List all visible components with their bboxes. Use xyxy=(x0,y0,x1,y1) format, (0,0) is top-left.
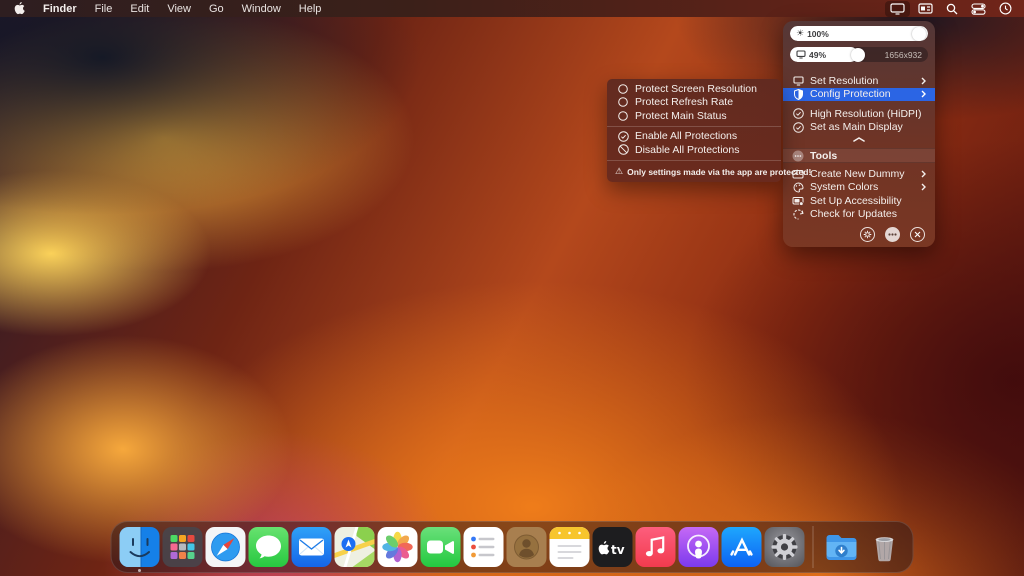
submenu-item-protect-refresh-rate[interactable]: Protect Refresh Rate xyxy=(607,96,781,110)
dock-app-contacts[interactable] xyxy=(507,527,547,567)
menu-go[interactable]: Go xyxy=(209,3,224,15)
warning-triangle-icon: ⚠ xyxy=(615,167,623,176)
brightness-value: 100% xyxy=(807,29,829,39)
submenu-item-enable-all-protections[interactable]: Enable All Protections xyxy=(607,130,781,144)
dock-app-podcasts[interactable] xyxy=(679,527,719,567)
menu-edit[interactable]: Edit xyxy=(130,3,149,15)
dock-app-launchpad[interactable] xyxy=(163,527,203,567)
chevron-right-icon xyxy=(921,90,926,98)
running-indicator xyxy=(138,569,141,572)
dock-app-reminders[interactable] xyxy=(464,527,504,567)
dock-app-notes[interactable] xyxy=(550,527,590,567)
quit-button[interactable] xyxy=(910,227,925,242)
dock-app-system-settings[interactable] xyxy=(765,527,805,567)
separator xyxy=(607,126,781,127)
dock-app-photos[interactable] xyxy=(378,527,418,567)
menu-item-high-resolution[interactable]: High Resolution (HiDPI) xyxy=(783,107,935,121)
accessibility-display-icon xyxy=(792,196,804,206)
dock: tv xyxy=(111,521,914,573)
settings-gear-button[interactable] xyxy=(860,227,875,242)
tools-section-header: Tools xyxy=(783,148,935,163)
circle-ellipsis-icon xyxy=(792,150,804,162)
spotlight-search-icon[interactable] xyxy=(946,3,958,15)
dock-app-tv[interactable]: tv xyxy=(593,527,633,567)
chevron-right-icon xyxy=(921,183,926,191)
menu-item-set-main-display[interactable]: Set as Main Display xyxy=(783,121,935,135)
menubar-app-name[interactable]: Finder xyxy=(43,3,77,15)
chevron-right-icon xyxy=(921,77,926,85)
desktop: Finder File Edit View Go Window Help xyxy=(0,0,1024,576)
circle-icon xyxy=(617,97,629,107)
display-icon xyxy=(792,76,804,86)
display-menu-popover: ☀ 100% 49% 1656x932 Set Resolution xyxy=(783,21,935,247)
dock-trash[interactable] xyxy=(865,527,905,567)
svg-text:tv: tv xyxy=(611,543,625,557)
scale-value: 49% xyxy=(809,50,826,60)
menu-item-set-resolution[interactable]: Set Resolution xyxy=(783,74,935,88)
slash-circle-icon xyxy=(617,144,629,155)
brightness-slider[interactable]: ☀ 100% xyxy=(790,26,928,41)
scale-slider[interactable]: 49% 1656x932 xyxy=(790,47,928,62)
submenu-item-protect-main-status[interactable]: Protect Main Status xyxy=(607,109,781,123)
chevron-right-icon xyxy=(921,170,926,178)
submenu-item-protect-screen-resolution[interactable]: Protect Screen Resolution xyxy=(607,82,781,96)
collapse-chevron-icon[interactable] xyxy=(783,134,935,144)
dock-app-safari[interactable] xyxy=(206,527,246,567)
brightness-icon: ☀ xyxy=(796,28,804,39)
resolution-readout: 1656x932 xyxy=(885,47,922,62)
dock-separator xyxy=(813,526,814,568)
refresh-circle-icon xyxy=(792,209,804,220)
shield-icon xyxy=(792,89,804,100)
separator xyxy=(607,160,781,161)
clock-icon[interactable] xyxy=(999,2,1012,15)
apple-menu[interactable] xyxy=(14,2,25,15)
dock-app-finder[interactable] xyxy=(120,527,160,567)
menu-window[interactable]: Window xyxy=(242,3,281,15)
palette-icon xyxy=(792,182,804,193)
dock-app-maps[interactable] xyxy=(335,527,375,567)
scale-slider-knob[interactable] xyxy=(851,48,865,62)
dock-app-facetime[interactable] xyxy=(421,527,461,567)
menu-view[interactable]: View xyxy=(167,3,191,15)
menu-item-system-colors[interactable]: System Colors xyxy=(783,181,935,195)
check-circle-icon xyxy=(792,122,804,133)
display-icon[interactable] xyxy=(885,1,910,17)
circle-icon xyxy=(617,84,629,94)
dock-app-app-store[interactable] xyxy=(722,527,762,567)
menu-item-config-protection[interactable]: Config Protection xyxy=(783,88,935,102)
display-icon xyxy=(796,50,806,59)
menu-item-set-up-accessibility[interactable]: Set Up Accessibility xyxy=(783,194,935,208)
menu-help[interactable]: Help xyxy=(299,3,322,15)
dock-app-messages[interactable] xyxy=(249,527,289,567)
protection-warning: ⚠ Only settings made via the app are pro… xyxy=(607,164,781,178)
brightness-slider-knob[interactable] xyxy=(912,27,926,41)
check-circle-icon xyxy=(792,108,804,119)
menu-bar: Finder File Edit View Go Window Help xyxy=(0,0,1024,17)
dock-app-downloads[interactable] xyxy=(822,527,862,567)
dock-app-mail[interactable] xyxy=(292,527,332,567)
check-circle-icon xyxy=(617,131,629,142)
display-panel-icon[interactable] xyxy=(918,3,933,14)
dock-app-music[interactable] xyxy=(636,527,676,567)
more-options-button[interactable] xyxy=(885,227,900,242)
config-protection-submenu: Protect Screen Resolution Protect Refres… xyxy=(607,79,781,182)
submenu-item-disable-all-protections[interactable]: Disable All Protections xyxy=(607,143,781,157)
control-center-icon[interactable] xyxy=(971,3,986,15)
circle-icon xyxy=(617,111,629,121)
menu-item-check-for-updates[interactable]: Check for Updates xyxy=(783,208,935,222)
menu-file[interactable]: File xyxy=(95,3,113,15)
